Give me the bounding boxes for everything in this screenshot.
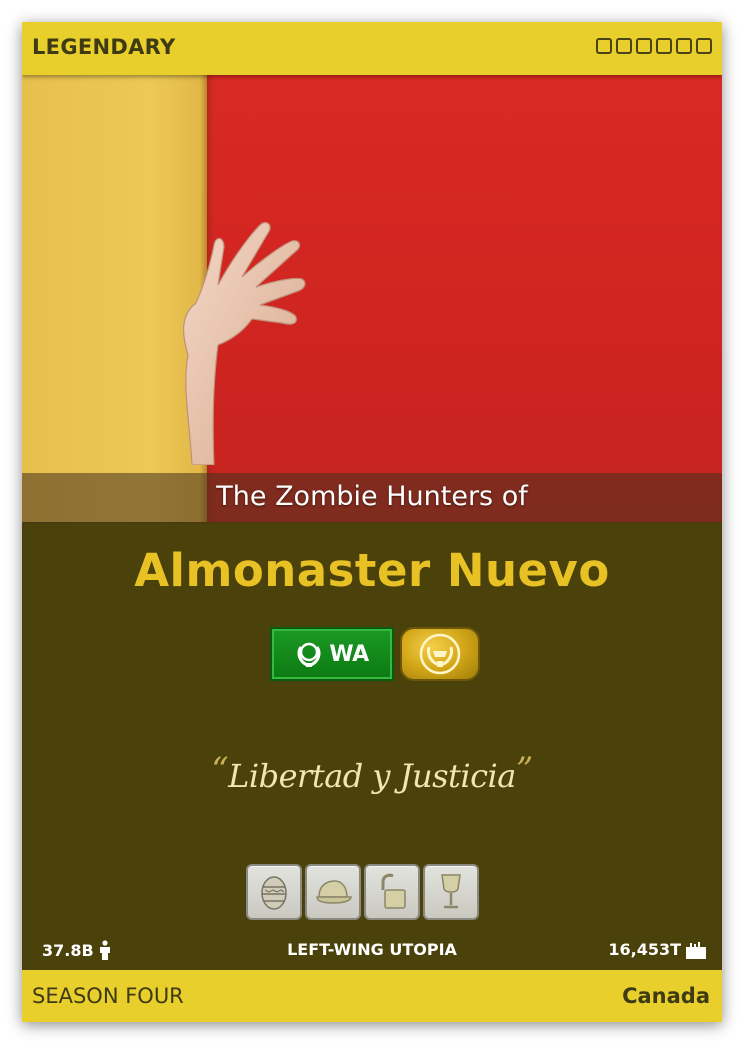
rarity-box xyxy=(596,38,612,54)
season-label: SEASON FOUR xyxy=(32,984,184,1008)
economy-stat: 16,453T xyxy=(608,940,706,959)
rarity-box xyxy=(656,38,672,54)
nation-motto: “Libertad y Justicia” xyxy=(22,750,722,795)
easter-egg-icon xyxy=(261,876,287,910)
rarity-bar: LEGENDARY xyxy=(22,22,722,75)
trophy-wine-glass[interactable] xyxy=(423,864,479,920)
unlocked-padlock-icon xyxy=(381,873,406,909)
rarity-box xyxy=(696,38,712,54)
motto-text: Libertad y Justicia xyxy=(228,757,516,795)
trophy-row xyxy=(246,864,479,920)
close-quote: ” xyxy=(515,750,533,790)
badge-row: WA xyxy=(270,626,480,682)
trophy-unlocked-padlock[interactable] xyxy=(364,864,420,920)
nation-name[interactable]: Almonaster Nuevo xyxy=(22,544,722,597)
wa-badge-label: WA xyxy=(329,641,369,667)
card-footer: SEASON FOUR Canada xyxy=(22,970,722,1022)
cap-icon xyxy=(316,880,352,904)
gdp-value: 16,453T xyxy=(608,940,681,959)
trophy-easter-egg[interactable] xyxy=(246,864,302,920)
rarity-box xyxy=(676,38,692,54)
hand-icon xyxy=(183,221,306,465)
laurel-icon xyxy=(297,642,321,667)
rarity-boxes xyxy=(596,38,712,54)
wa-member-badge[interactable]: WA xyxy=(270,627,394,681)
wine-glass-icon xyxy=(441,874,461,909)
rarity-label: LEGENDARY xyxy=(32,35,176,59)
laurel-seal-icon xyxy=(419,633,461,675)
trading-card: LEGENDARY The Zombie Hunters of Almonast… xyxy=(22,22,722,1022)
rarity-box xyxy=(636,38,652,54)
rarity-box xyxy=(616,38,632,54)
laurel-seal-badge[interactable] xyxy=(400,627,480,681)
nation-flag[interactable] xyxy=(22,75,722,522)
stats-row: 37.8B LEFT-WING UTOPIA 16,453T xyxy=(22,936,722,964)
open-quote: “ xyxy=(211,750,229,790)
region-link[interactable]: Canada xyxy=(622,984,710,1008)
trophy-cap[interactable] xyxy=(305,864,361,920)
factory-icon xyxy=(686,941,706,959)
nation-pretitle: The Zombie Hunters of xyxy=(216,481,528,512)
